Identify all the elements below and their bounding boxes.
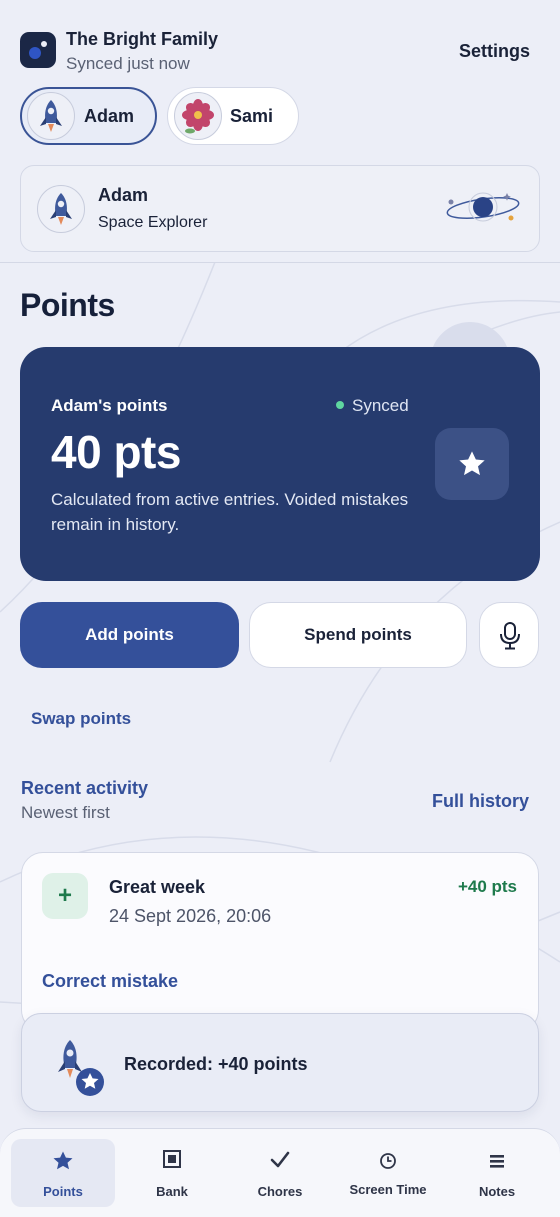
tab-label: Points [43,1184,83,1199]
rocket-star-icon [58,1040,104,1096]
activity-item: + Great week 24 Sept 2026, 20:06 +40 pts… [21,852,539,1032]
section-divider [0,262,560,263]
toast-message: Recorded: +40 points [124,1054,308,1074]
tab-notes[interactable]: Notes [445,1139,549,1207]
profile-chip-sami[interactable]: Sami [167,87,299,145]
activity-date: 24 Sept 2026, 20:06 [109,906,272,926]
tab-screen-time[interactable]: Screen Time [336,1139,440,1207]
points-value: 40 pts [51,426,181,478]
correct-mistake-link[interactable]: Correct mistake [42,971,178,992]
sync-status: Synced just now [66,54,190,73]
tab-label: Notes [478,1184,516,1199]
tab-label: Bank [156,1184,188,1199]
profile-switcher: Adam Sami [20,87,540,145]
selected-profile-card[interactable]: Adam Space Explorer [20,165,540,252]
points-description: Calculated from active entries. Voided m… [51,490,409,534]
recent-activity-title: Recent activity [21,778,149,798]
profile-theme: Space Explorer [98,214,208,231]
tab-label: Chores [257,1184,303,1199]
synced-dot-icon [336,401,344,409]
family-name: The Bright Family [66,29,219,49]
page-title: Points [20,287,115,323]
star-badge [435,428,509,500]
profile-name: Adam [98,185,149,205]
settings-link[interactable]: Settings [459,41,530,62]
tab-chores[interactable]: Chores [228,1139,332,1207]
voice-input-button[interactable] [479,602,539,668]
sync-label: Synced [352,396,409,415]
app-header: The Bright Family Synced just now Settin… [20,28,540,78]
tab-points[interactable]: Points [11,1139,115,1207]
profile-chip-label: Sami [230,106,274,126]
activity-points: +40 pts [457,877,517,896]
bottom-tab-bar: Points Bank Chores Screen Time Notes [0,1128,560,1217]
confirmation-toast: Recorded: +40 points [21,1013,539,1112]
flower-icon [174,92,222,140]
tab-bank[interactable]: Bank [120,1139,224,1207]
bank-icon [120,1149,224,1173]
rocket-icon [27,92,75,140]
plus-icon: + [42,873,88,919]
planet-icon [446,192,520,222]
microphone-icon [500,622,520,650]
star-icon [459,451,485,476]
recent-activity-subtitle: Newest first [21,803,110,822]
activity-title: Great week [109,877,206,897]
points-card-title: Adam's points [51,396,168,415]
rocket-icon [37,185,85,233]
tab-label: Screen Time [349,1182,427,1197]
full-history-link[interactable]: Full history [432,791,529,812]
star-icon [11,1149,115,1173]
check-icon [228,1149,332,1173]
profile-chip-label: Adam [84,106,135,126]
add-points-button[interactable]: Add points [20,602,239,668]
notes-icon [445,1149,549,1173]
sync-indicator: Synced [336,396,409,416]
app-logo [20,32,56,68]
clock-icon [336,1149,440,1173]
profile-chip-adam[interactable]: Adam [20,87,157,145]
spend-points-button[interactable]: Spend points [249,602,467,668]
points-balance-card: Adam's points Synced 40 pts Calculated f… [20,347,540,581]
swap-points-link[interactable]: Swap points [31,709,131,729]
